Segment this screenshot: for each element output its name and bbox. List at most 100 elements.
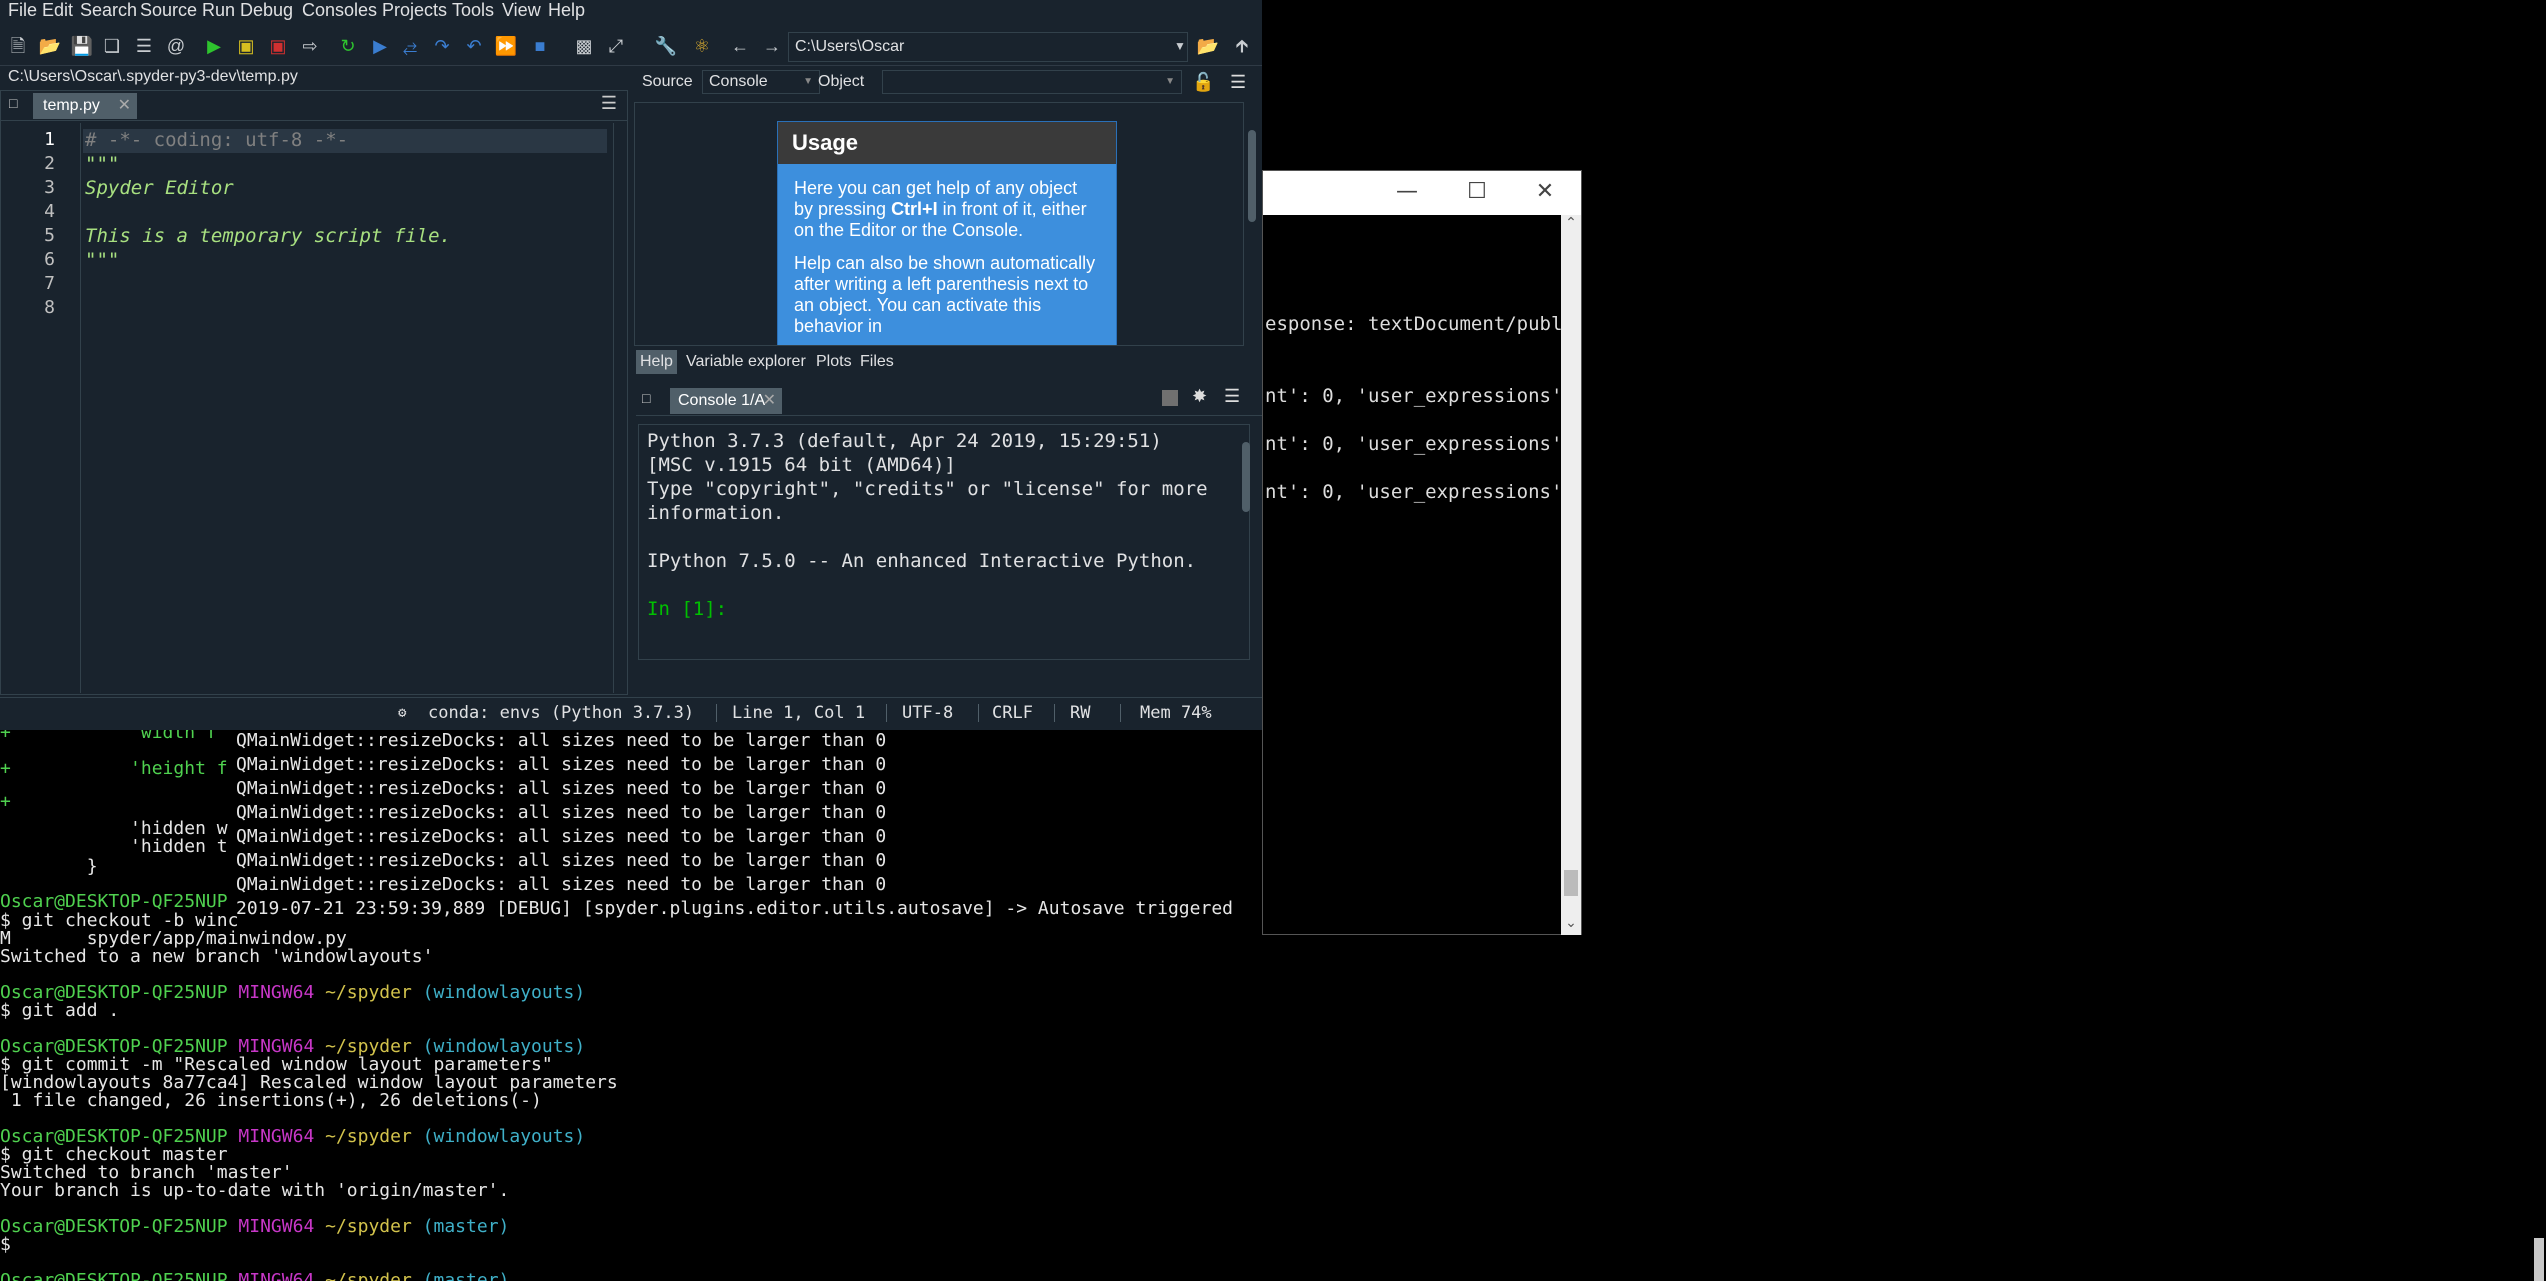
back-arrow-icon[interactable]: ← xyxy=(728,34,752,58)
tab-plots[interactable]: Plots xyxy=(812,350,856,374)
menu-view[interactable]: View xyxy=(502,0,541,20)
usage-body: Here you can get help of any object by p… xyxy=(778,164,1116,345)
help-options-menu-icon[interactable]: ☰ xyxy=(1230,66,1246,98)
parent-directory-icon[interactable]: 🡱 xyxy=(1230,34,1254,58)
line-number: 8 xyxy=(44,297,55,318)
console-scrollbar[interactable] xyxy=(1240,432,1252,654)
minimize-icon[interactable]: — xyxy=(1389,177,1425,207)
editor-scrollbar[interactable] xyxy=(613,123,627,693)
eraser-icon[interactable]: ✸ xyxy=(1192,386,1207,407)
at-icon[interactable]: @ xyxy=(164,34,188,58)
help-tab-bar: Help Variable explorer Plots Files xyxy=(634,348,1244,376)
editor-pane[interactable]: □ temp.py ✕ ☰ 1 2 3 4 5 6 7 8 # -*- coding: utf… xyxy=(0,90,628,695)
close-tab-icon[interactable]: ✕ xyxy=(763,388,776,414)
menu-run[interactable]: Run xyxy=(202,0,235,20)
env-icon: ⚙ xyxy=(398,705,407,721)
stop-debug-icon[interactable]: ■ xyxy=(528,34,552,58)
browse-tabs-icon[interactable]: □ xyxy=(642,390,650,406)
run-cell-advance-icon[interactable]: ▣ xyxy=(266,34,290,58)
new-file-icon[interactable]: 🗎 xyxy=(6,34,30,58)
chevron-down-icon[interactable]: ▼ xyxy=(1168,34,1192,58)
console-line: IPython 7.5.0 -- An enhanced Interactive… xyxy=(647,550,1197,572)
debug-step-icon[interactable]: ⥄ xyxy=(398,34,422,58)
source-select[interactable]: Console ▼ xyxy=(702,70,820,94)
run-cell-icon[interactable]: ▣ xyxy=(234,34,258,58)
rerun-icon[interactable]: ↻ xyxy=(336,34,360,58)
menu-debug[interactable]: Debug xyxy=(240,0,293,20)
terminal-text: $ git add . xyxy=(0,1000,120,1021)
tab-files[interactable]: Files xyxy=(856,350,898,374)
menu-search[interactable]: Search xyxy=(80,0,137,20)
status-cursor-position: Line 1, Col 1 xyxy=(732,703,866,723)
editor-tab-label: temp.py xyxy=(43,97,100,114)
console-line: [MSC v.1915 64 bit (AMD64)] xyxy=(647,454,956,476)
forward-arrow-icon[interactable]: → xyxy=(760,34,784,58)
log-console-scrollbar[interactable]: ⌃ ⌄ xyxy=(1561,215,1581,935)
terminal-text: MINGW64 xyxy=(238,1216,326,1237)
usage-paragraph: Help can also be shown automatically aft… xyxy=(794,253,1096,336)
console-options-menu-icon[interactable]: ☰ xyxy=(1224,386,1240,407)
editor-tab-bar: □ temp.py ✕ ☰ xyxy=(1,91,627,121)
log-console-titlebar[interactable]: — ☐ ✕ xyxy=(1263,171,1581,215)
menu-tools[interactable]: Tools xyxy=(452,0,494,20)
close-tab-icon[interactable]: ✕ xyxy=(118,93,131,119)
terminal-scrollbar[interactable] xyxy=(2532,0,2546,1281)
usage-title: Usage xyxy=(778,122,1116,164)
list-icon[interactable]: ☰ xyxy=(132,34,156,58)
editor-tab-temp-py[interactable]: temp.py ✕ xyxy=(33,93,137,119)
console-scroll-thumb[interactable] xyxy=(1242,442,1250,512)
menu-edit[interactable]: Edit xyxy=(42,0,73,20)
terminal-scroll-thumb[interactable] xyxy=(2534,1238,2544,1281)
console-output[interactable]: Python 3.7.3 (default, Apr 24 2019, 15:2… xyxy=(638,424,1250,660)
status-encoding: UTF-8 xyxy=(902,703,954,723)
maximize-icon[interactable]: ☐ xyxy=(1459,177,1495,207)
scroll-up-icon[interactable]: ⌃ xyxy=(1561,215,1581,235)
close-icon[interactable]: ✕ xyxy=(1527,177,1563,207)
log-line: nt': 0, 'user_expressions': xyxy=(1265,433,1574,455)
step-into-icon[interactable]: ↷ xyxy=(430,34,454,58)
main-toolbar: 🗎 📂 💾 ❏ ☰ @ ▶ ▣ ▣ ⇨ ↻ ▶ ⥄ ↷ ↶ ⏩ ■ ▩ ⤢ 🔧 … xyxy=(0,26,1262,66)
log-console-window[interactable]: — ☐ ✕ esponse: textDocument/publi nt': 0… xyxy=(1262,170,1582,935)
save-all-icon[interactable]: ❏ xyxy=(100,34,124,58)
ipython-console-pane: □ Console 1/A ✕ ✸ ☰ Python 3.7.3 (defaul… xyxy=(636,384,1262,664)
tab-variable-explorer[interactable]: Variable explorer xyxy=(682,350,810,374)
console-tab[interactable]: Console 1/A ✕ xyxy=(670,388,782,414)
working-directory-input[interactable]: C:\Users\Oscar xyxy=(788,32,1188,62)
menu-help[interactable]: Help xyxy=(548,0,585,20)
code-line: """ xyxy=(85,249,120,271)
maximize-pane-icon[interactable]: ▩ xyxy=(572,34,596,58)
step-return-icon[interactable]: ↶ xyxy=(462,34,486,58)
fullscreen-icon[interactable]: ⤢ xyxy=(604,34,628,58)
help-scroll-thumb[interactable] xyxy=(1248,130,1256,222)
menu-source[interactable]: Source xyxy=(140,0,197,20)
lock-icon[interactable]: 🔓 xyxy=(1192,66,1214,98)
help-content-area[interactable]: Usage Here you can get help of any objec… xyxy=(634,102,1244,346)
menu-consoles[interactable]: Consoles xyxy=(302,0,377,20)
object-input[interactable]: ▼ xyxy=(882,70,1182,94)
stop-kernel-icon[interactable] xyxy=(1162,390,1178,406)
open-file-icon[interactable]: 📂 xyxy=(38,34,62,58)
browse-folder-icon[interactable]: 📂 xyxy=(1196,34,1220,58)
terminal-line: Your branch is up-to-date with 'origin/m… xyxy=(0,1181,509,1200)
menu-projects[interactable]: Projects xyxy=(382,0,447,20)
save-icon[interactable]: 💾 xyxy=(70,34,94,58)
debug-icon[interactable]: ▶ xyxy=(368,34,392,58)
terminal-text: Switched to a new branch 'windowlayouts' xyxy=(0,946,434,967)
terminal-log-line: QMainWidget::resizeDocks: all sizes need… xyxy=(236,850,887,871)
python-path-icon[interactable]: ⚛ xyxy=(690,34,714,58)
menu-file[interactable]: File xyxy=(8,0,37,20)
tab-help[interactable]: Help xyxy=(636,350,677,374)
editor-options-menu-icon[interactable]: ☰ xyxy=(601,93,617,114)
scroll-down-icon[interactable]: ⌄ xyxy=(1561,915,1581,935)
terminal-log-line: 2019-07-21 23:59:39,889 [DEBUG] [spyder.… xyxy=(236,898,1233,919)
continue-icon[interactable]: ⏩ xyxy=(494,34,518,58)
browse-tabs-icon[interactable]: □ xyxy=(9,95,27,115)
run-selection-icon[interactable]: ⇨ xyxy=(298,34,322,58)
run-icon[interactable]: ▶ xyxy=(202,34,226,58)
terminal-log-line: QMainWidget::resizeDocks: all sizes need… xyxy=(236,802,887,823)
log-console-scroll-thumb[interactable] xyxy=(1564,870,1578,896)
help-scrollbar[interactable] xyxy=(1246,112,1258,348)
wrench-icon[interactable]: 🔧 xyxy=(654,34,678,58)
terminal-text: 'hidden t xyxy=(0,836,228,857)
